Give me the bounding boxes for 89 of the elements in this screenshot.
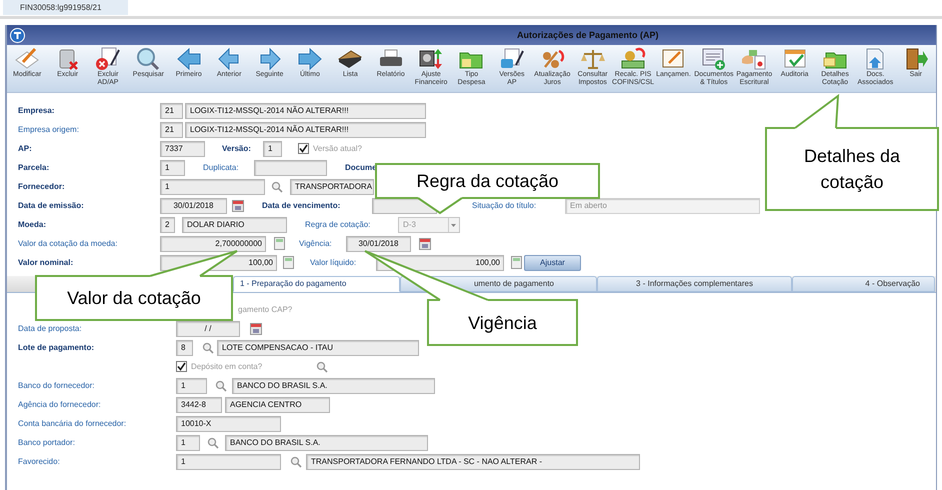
- input-field[interactable]: / /: [176, 320, 240, 336]
- checkbox-label: Depósito em conta?: [191, 360, 262, 372]
- input-field[interactable]: DOLAR DIARIO: [182, 216, 287, 232]
- safe-arrows-icon: [418, 47, 444, 71]
- input-field[interactable]: 21: [160, 102, 183, 118]
- calendar-icon[interactable]: [419, 238, 431, 250]
- tab[interactable]: 1 - Preparação do pagamento: [233, 276, 400, 292]
- search-icon[interactable]: [207, 436, 219, 448]
- input-field[interactable]: 2: [160, 216, 175, 232]
- scale-icon: [580, 47, 606, 71]
- field-label: Agência do fornecedor:: [18, 398, 102, 410]
- input-field[interactable]: 1: [176, 434, 200, 450]
- field-label: Data de emissão:: [18, 200, 85, 212]
- left-arrow-icon: [176, 47, 202, 71]
- search-icon[interactable]: [271, 180, 283, 192]
- field-label: Fornecedor:: [18, 180, 66, 192]
- input-field[interactable]: 1: [263, 140, 282, 156]
- field-label: Vigência:: [299, 238, 333, 250]
- input-field[interactable]: 1: [176, 454, 281, 470]
- field-label: Moeda:: [18, 218, 47, 230]
- callout-pointer: [417, 196, 463, 214]
- field-label: Valor nominal:: [18, 256, 74, 268]
- input-field[interactable]: 2,700000000: [160, 236, 266, 252]
- field-label: Empresa origem:: [18, 124, 80, 136]
- input-field[interactable]: 1: [160, 178, 265, 194]
- adjust-button[interactable]: Ajustar: [524, 254, 581, 270]
- search-icon[interactable]: [215, 380, 227, 392]
- trash-can-icon: [56, 47, 79, 71]
- input-field[interactable]: BANCO DO BRASIL S.A.: [225, 434, 428, 450]
- field-label: AP:: [18, 142, 33, 154]
- document-plus-icon: [700, 47, 727, 71]
- search-icon[interactable]: [202, 342, 214, 354]
- document-delete-icon: [94, 47, 121, 71]
- field-label: Empresa:: [18, 104, 56, 116]
- calendar-icon[interactable]: [250, 322, 262, 334]
- input-field[interactable]: 21: [160, 122, 183, 138]
- field-label: Data de proposta:: [18, 322, 83, 334]
- input-field[interactable]: [254, 160, 327, 176]
- input-field[interactable]: TRANSPORTADORA: [290, 178, 374, 194]
- input-field[interactable]: 3442-8: [176, 396, 222, 412]
- checkbox-label: Versão atual?: [313, 142, 362, 154]
- input-field[interactable]: TRANSPORTADORA FERNANDO LTDA - SC - NAO ALTERAR -: [306, 454, 640, 470]
- hand-document-icon: [741, 47, 768, 71]
- field-label: Banco portador:: [18, 436, 76, 448]
- field-label: Duplicata:: [203, 162, 240, 174]
- input-field[interactable]: 7337: [160, 140, 205, 156]
- calendar-icon[interactable]: [232, 200, 244, 212]
- input-field[interactable]: 30/01/2018: [346, 236, 411, 252]
- input-field[interactable]: 10010-X: [176, 416, 281, 432]
- search-icon[interactable]: [290, 456, 302, 468]
- input-field[interactable]: 1: [160, 160, 185, 176]
- field-label: Favorecido:: [18, 456, 61, 468]
- tab[interactable]: 3 - Informações complementares: [597, 276, 792, 292]
- input-field[interactable]: 30/01/2018: [160, 198, 227, 214]
- field-label: Valor líquido:: [310, 256, 358, 268]
- caret-icon: [448, 218, 459, 232]
- input-field[interactable]: 1: [176, 378, 207, 394]
- calculator-icon[interactable]: [274, 237, 285, 250]
- input-field[interactable]: LOGIX-TI12-MSSQL-2014 NÃO ALTERAR!!!: [185, 102, 426, 118]
- search-icon[interactable]: [316, 360, 328, 372]
- search-icon: [136, 47, 160, 71]
- field-label: Parcela:: [18, 162, 50, 174]
- input-field[interactable]: 8: [176, 340, 193, 356]
- callout-pointer: [794, 94, 840, 130]
- calculator-icon[interactable]: [283, 256, 294, 269]
- field-label: Lote de pagamento:: [18, 342, 96, 354]
- document-pen-icon: [498, 47, 525, 71]
- field-label: Versão:: [222, 142, 252, 154]
- money-icon: [620, 47, 646, 71]
- field-label: Valor da cotação da moeda:: [18, 238, 118, 250]
- app-logo-icon: [10, 28, 25, 42]
- tab[interactable]: 4 - Observação: [792, 276, 935, 292]
- callout: Vigência: [427, 299, 578, 346]
- field-label: Banco do fornecedor:: [18, 380, 96, 392]
- document-tab[interactable]: FIN30058:lg991958/21: [3, 0, 128, 15]
- field-label: Conta bancária do fornecedor:: [18, 418, 128, 430]
- field-label: Situação do título:: [472, 200, 538, 212]
- pencil-paper-icon: [14, 47, 40, 71]
- input-field[interactable]: AGENCIA CENTRO: [225, 396, 330, 412]
- field-label: Docume: [345, 162, 377, 174]
- input-field[interactable]: LOTE COMPENSACAO - ITAU: [217, 340, 419, 356]
- right-arrow-icon: [296, 47, 323, 71]
- input-field[interactable]: LOGIX-TI12-MSSQL-2014 NÃO ALTERAR!!!: [185, 122, 426, 138]
- checkbox-label: gamento CAP?: [238, 304, 292, 316]
- input-field[interactable]: BANCO DO BRASIL S.A.: [232, 378, 435, 394]
- calculator-icon[interactable]: [511, 256, 522, 269]
- window-title: Autorizações de Pagamento (AP): [517, 29, 659, 42]
- field-label: Regra de cotação:: [305, 218, 372, 230]
- field-label: Data de vencimento:: [262, 200, 342, 212]
